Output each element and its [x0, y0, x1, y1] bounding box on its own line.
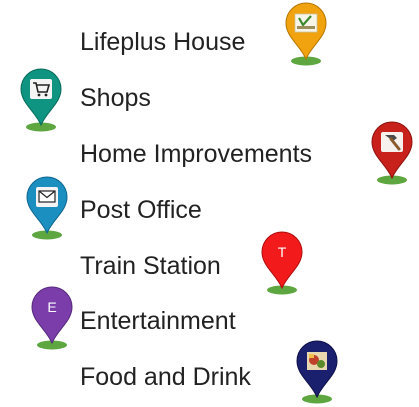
entertainment-marker[interactable]: E	[26, 285, 78, 353]
lifeplus-logo-icon	[285, 2, 327, 66]
letter-t-icon	[261, 231, 303, 295]
shops-marker[interactable]	[15, 67, 67, 135]
food-and-drink-marker[interactable]	[291, 339, 343, 407]
home-improvements-marker[interactable]	[366, 120, 418, 188]
lifeplus-house-marker[interactable]	[280, 1, 332, 69]
legend-label-shops: Shops	[80, 84, 151, 112]
legend-label-food-and-drink: Food and Drink	[80, 363, 251, 391]
train-station-marker[interactable]: T	[256, 230, 308, 298]
shopping-cart-icon	[20, 68, 62, 132]
envelope-icon	[26, 176, 68, 240]
hammer-icon	[371, 121, 413, 185]
post-office-marker[interactable]	[21, 175, 73, 243]
legend-label-home-improvements: Home Improvements	[80, 140, 313, 168]
legend-label-post-office: Post Office	[80, 196, 202, 224]
food-photo-icon	[296, 340, 338, 404]
legend-label-train-station: Train Station	[80, 252, 221, 280]
legend-label-entertainment: Entertainment	[80, 307, 236, 335]
legend-label-lifeplus-house: Lifeplus House	[80, 28, 246, 56]
letter-e-icon	[31, 286, 73, 350]
map-legend: Lifeplus House Shops Home Improvements P…	[0, 0, 419, 405]
